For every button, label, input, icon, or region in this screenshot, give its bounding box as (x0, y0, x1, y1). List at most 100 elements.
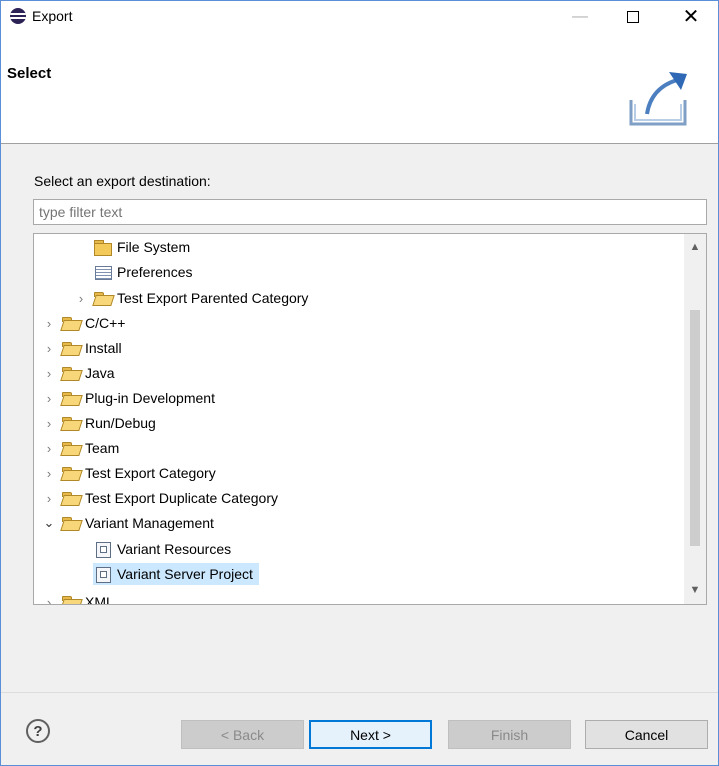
title-bar[interactable]: Export — ✕ (1, 1, 718, 32)
folder-open-icon (61, 515, 81, 531)
button-bar-divider (1, 692, 718, 693)
tree-item-cpp[interactable]: › C/C++ (42, 311, 131, 335)
tree-item-content: › C/C++ (42, 312, 131, 334)
tree-item-label: Preferences (117, 264, 193, 280)
chevron-right-icon[interactable]: › (42, 391, 56, 406)
tree-item-label: Team (85, 440, 120, 456)
tree-item-label: Plug-in Development (85, 390, 215, 406)
tree-item-team[interactable]: › Team (42, 436, 125, 460)
chevron-right-icon[interactable]: › (42, 595, 56, 605)
tree-item-content: › Plug-in Development (42, 387, 221, 409)
tree-item-java[interactable]: › Java (42, 361, 121, 385)
folder-open-icon (61, 415, 81, 431)
tree-item-content: › Test Export Duplicate Category (42, 487, 284, 509)
chevron-right-icon[interactable]: › (42, 441, 56, 456)
tree-item-content: › Test Export Parented Category (74, 287, 314, 309)
tree-item-content: › Java (42, 362, 121, 384)
folder-open-icon (61, 340, 81, 356)
tree-item-content: › XML (42, 591, 120, 605)
tree-item-label: Variant Management (85, 515, 214, 531)
tree-item-install[interactable]: › Install (42, 336, 128, 360)
folder-open-icon (61, 490, 81, 506)
page-title: Select (7, 65, 52, 82)
close-button[interactable]: ✕ (668, 1, 714, 32)
next-button[interactable]: Next > (309, 720, 432, 749)
variant-icon (93, 566, 113, 583)
chevron-right-icon[interactable]: › (42, 416, 56, 431)
tree-item-run-debug[interactable]: › Run/Debug (42, 411, 162, 435)
folder-open-icon (61, 365, 81, 381)
finish-button[interactable]: Finish (448, 720, 571, 749)
destination-prompt: Select an export destination: (34, 173, 211, 189)
export-destination-tree[interactable]: File System Preferences › Test Export Pa… (33, 233, 707, 605)
cancel-button[interactable]: Cancel (585, 720, 708, 749)
export-wizard-icon (629, 72, 687, 126)
export-dialog: Export — ✕ Select Select an export desti… (0, 0, 719, 766)
chevron-right-icon[interactable]: › (42, 466, 56, 481)
folder-open-icon (61, 315, 81, 331)
chevron-right-icon[interactable]: › (74, 291, 88, 306)
eclipse-app-icon (10, 8, 26, 24)
filter-input[interactable] (33, 199, 707, 225)
tree-item-label: File System (117, 239, 191, 255)
minimize-button[interactable]: — (557, 1, 603, 32)
tree-item-content: Variant Resources (74, 538, 237, 560)
tree-item-content: Preferences (74, 261, 198, 283)
folder-open-icon (61, 440, 81, 456)
help-button[interactable]: ? (26, 719, 50, 743)
tree-item-label: Test Export Parented Category (117, 290, 309, 306)
window-title: Export (32, 8, 73, 24)
tree-item-test-export-duplicate-category[interactable]: › Test Export Duplicate Category (42, 486, 284, 510)
tree-item-content: › Install (42, 337, 128, 359)
close-icon: ✕ (682, 6, 700, 28)
chevron-down-icon: ▼ (689, 584, 701, 596)
chevron-up-icon: ▲ (689, 241, 701, 253)
preferences-icon (93, 264, 113, 280)
tree-item-label: Test Export Category (85, 465, 216, 481)
chevron-right-icon[interactable]: › (42, 491, 56, 506)
tree-item-label: Variant Server Project (117, 566, 253, 582)
tree-item-variant-management[interactable]: ⌄ Variant Management (42, 511, 220, 535)
chevron-right-icon[interactable]: › (42, 316, 56, 331)
tree-item-content: › Test Export Category (42, 462, 222, 484)
chevron-down-icon[interactable]: ⌄ (42, 515, 56, 531)
maximize-icon (627, 10, 639, 23)
tree-item-content: File System (74, 236, 196, 258)
folder-open-icon (61, 390, 81, 406)
wizard-banner: Select (1, 32, 718, 144)
scrollbar-thumb[interactable] (690, 310, 700, 546)
tree-item-file-system[interactable]: File System (74, 235, 196, 259)
tree-item-preferences[interactable]: Preferences (74, 260, 198, 284)
tree-item-test-export-category[interactable]: › Test Export Category (42, 461, 222, 485)
tree-item-test-export-parented-category[interactable]: › Test Export Parented Category (74, 286, 314, 310)
back-button[interactable]: < Back (181, 720, 304, 749)
tree-item-content: Variant Server Project (93, 563, 259, 585)
tree-item-variant-resources[interactable]: Variant Resources (74, 537, 237, 561)
maximize-button[interactable] (610, 1, 656, 32)
tree-item-content: › Team (42, 437, 125, 459)
tree-item-plug-in-development[interactable]: › Plug-in Development (42, 386, 221, 410)
folder-open-icon (93, 290, 113, 306)
minimize-icon: — (572, 7, 588, 25)
tree-item-content: › Run/Debug (42, 412, 162, 434)
tree-item-label: Test Export Duplicate Category (85, 490, 278, 506)
folder-open-icon (61, 465, 81, 481)
chevron-right-icon[interactable]: › (42, 341, 56, 356)
tree-item-label: C/C++ (85, 315, 126, 331)
tree-item-xml[interactable]: › XML (42, 590, 120, 605)
tree-item-label: Variant Resources (117, 541, 232, 557)
scroll-up-button[interactable]: ▲ (684, 237, 706, 257)
tree-item-content: ⌄ Variant Management (42, 512, 220, 534)
tree-item-label: Run/Debug (85, 415, 156, 431)
variant-icon (93, 541, 113, 558)
tree-item-label: Java (85, 365, 115, 381)
tree-item-variant-server-project[interactable]: Variant Server Project (74, 562, 259, 586)
vertical-scrollbar[interactable]: ▲ ▼ (684, 234, 706, 604)
chevron-right-icon[interactable]: › (42, 366, 56, 381)
tree-item-label: Install (85, 340, 122, 356)
tree-item-label: XML (85, 594, 114, 605)
folder-icon (93, 239, 113, 256)
help-icon: ? (33, 722, 43, 740)
folder-open-icon (61, 594, 81, 604)
scroll-down-button[interactable]: ▼ (684, 580, 706, 600)
